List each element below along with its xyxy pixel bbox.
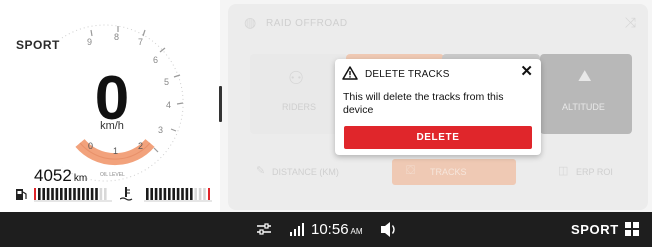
odometer-unit: km [73, 173, 88, 184]
grid-menu-icon[interactable] [624, 212, 640, 247]
bottom-item-erp[interactable]: ◫ ERP ROI [558, 162, 638, 184]
fuel-level-segment [42, 188, 45, 200]
shuffle-icon: ⤨ [624, 14, 636, 30]
fuel-level-segment [73, 188, 76, 200]
bottom-item-tracks[interactable]: ⛋ TRACKS [392, 159, 516, 185]
fuel-level-segment [90, 188, 94, 200]
riders-icon: ⚇ [288, 68, 305, 88]
tach-label-0: 0 [88, 141, 94, 151]
warning-icon [342, 66, 358, 80]
erp-label: ERP ROI [576, 167, 613, 177]
clock-time: 10:56 [311, 221, 349, 238]
app-logo-icon: ◍ [244, 14, 257, 30]
coolant-level-segment [190, 188, 193, 200]
coolant-level-segment [194, 188, 197, 200]
settings-sliders-icon[interactable] [256, 212, 272, 247]
tile-altitude-label: ALTITUDE [562, 102, 605, 112]
fuel-level-segment [51, 188, 54, 200]
close-icon[interactable]: ✕ [520, 63, 533, 81]
distance-label: DISTANCE (KM) [272, 167, 339, 177]
fuel-level-segment [104, 188, 107, 200]
coolant-gauge [120, 186, 220, 202]
fuel-level-segment [99, 188, 103, 200]
clock-ampm: AM [350, 227, 363, 236]
coolant-level-segment [154, 188, 158, 200]
clock: 10:56 AM [311, 212, 363, 247]
signal-bars-icon [290, 223, 304, 236]
fuel-level-segment [46, 188, 50, 200]
coolant-level-bars [146, 188, 206, 200]
statusbar-mode: SPORT [571, 222, 619, 237]
tach-label-1: 1 [113, 146, 119, 156]
ruler-icon: ✎ [256, 165, 266, 177]
erp-icon: ◫ [558, 165, 569, 177]
fuel-level-segment [77, 188, 81, 200]
coolant-level-segment [159, 188, 162, 200]
fuel-level-bars [38, 188, 107, 200]
coolant-level-segment [168, 188, 171, 200]
tach-label-3: 3 [158, 125, 164, 135]
panel-divider [219, 86, 222, 122]
coolant-level-segment [163, 188, 167, 200]
coolant-level-segment [150, 188, 153, 200]
tile-altitude[interactable]: ⛰ ALTITUDE [540, 54, 632, 134]
tach-label-8: 8 [114, 32, 120, 42]
tile-riders-label: RIDERS [282, 102, 317, 112]
instrument-cluster: SPORT 9 8 7 6 5 4 3 2 1 0 0 km/h 4052 km… [0, 0, 220, 212]
coolant-level-segment [203, 188, 206, 200]
coolant-level-segment [185, 188, 189, 200]
altitude-icon: ⛰ [578, 68, 592, 85]
odometer-value: 4052 [34, 166, 72, 185]
coolant-level-segment [172, 188, 175, 200]
dashboard-screen: SPORT 9 8 7 6 5 4 3 2 1 0 0 km/h 4052 km… [0, 0, 652, 247]
tracks-icon: ⛋ [406, 163, 416, 177]
status-bar: 10:56 AM SPORT [0, 212, 652, 247]
coolant-level-segment [176, 188, 180, 200]
tracks-label: TRACKS [430, 167, 467, 177]
tach-label-2: 2 [138, 141, 144, 151]
fuel-level-segment [38, 188, 41, 200]
dialog-title: DELETE TRACKS [365, 69, 450, 80]
fuel-level-segment [86, 188, 89, 200]
delete-button[interactable]: DELETE [344, 126, 532, 149]
panel-title: RAID OFFROAD [266, 18, 348, 29]
fuel-level-segment [55, 188, 59, 200]
fuel-level-segment [82, 188, 85, 200]
fuel-pump-icon [16, 189, 27, 200]
fuel-level-segment [95, 188, 98, 200]
tach-label-7: 7 [138, 37, 144, 47]
bottom-item-distance[interactable]: ✎ DISTANCE (KM) [256, 162, 366, 184]
dialog-message: This will delete the tracks from this de… [343, 91, 504, 116]
odometer-sublabel: OIL LEVEL [100, 172, 125, 178]
fuel-level-segment [68, 188, 72, 200]
tach-label-9: 9 [87, 37, 93, 47]
coolant-temperature-icon [120, 187, 133, 201]
delete-tracks-dialog: DELETE TRACKS ✕ This will delete the tra… [335, 59, 541, 155]
tach-label-5: 5 [164, 77, 170, 87]
speed-unit: km/h [100, 120, 124, 132]
odometer: 4052 km [34, 166, 87, 186]
coolant-level-segment [198, 188, 202, 200]
coolant-level-segment [181, 188, 184, 200]
fuel-level-segment [60, 188, 63, 200]
tach-label-4: 4 [166, 100, 172, 110]
fuel-gauge [16, 186, 116, 202]
tile-riders[interactable]: ⚇ RIDERS [250, 54, 348, 134]
volume-icon[interactable] [380, 212, 398, 247]
coolant-level-segment [146, 188, 149, 200]
tach-label-6: 6 [153, 55, 159, 65]
fuel-level-segment [64, 188, 67, 200]
